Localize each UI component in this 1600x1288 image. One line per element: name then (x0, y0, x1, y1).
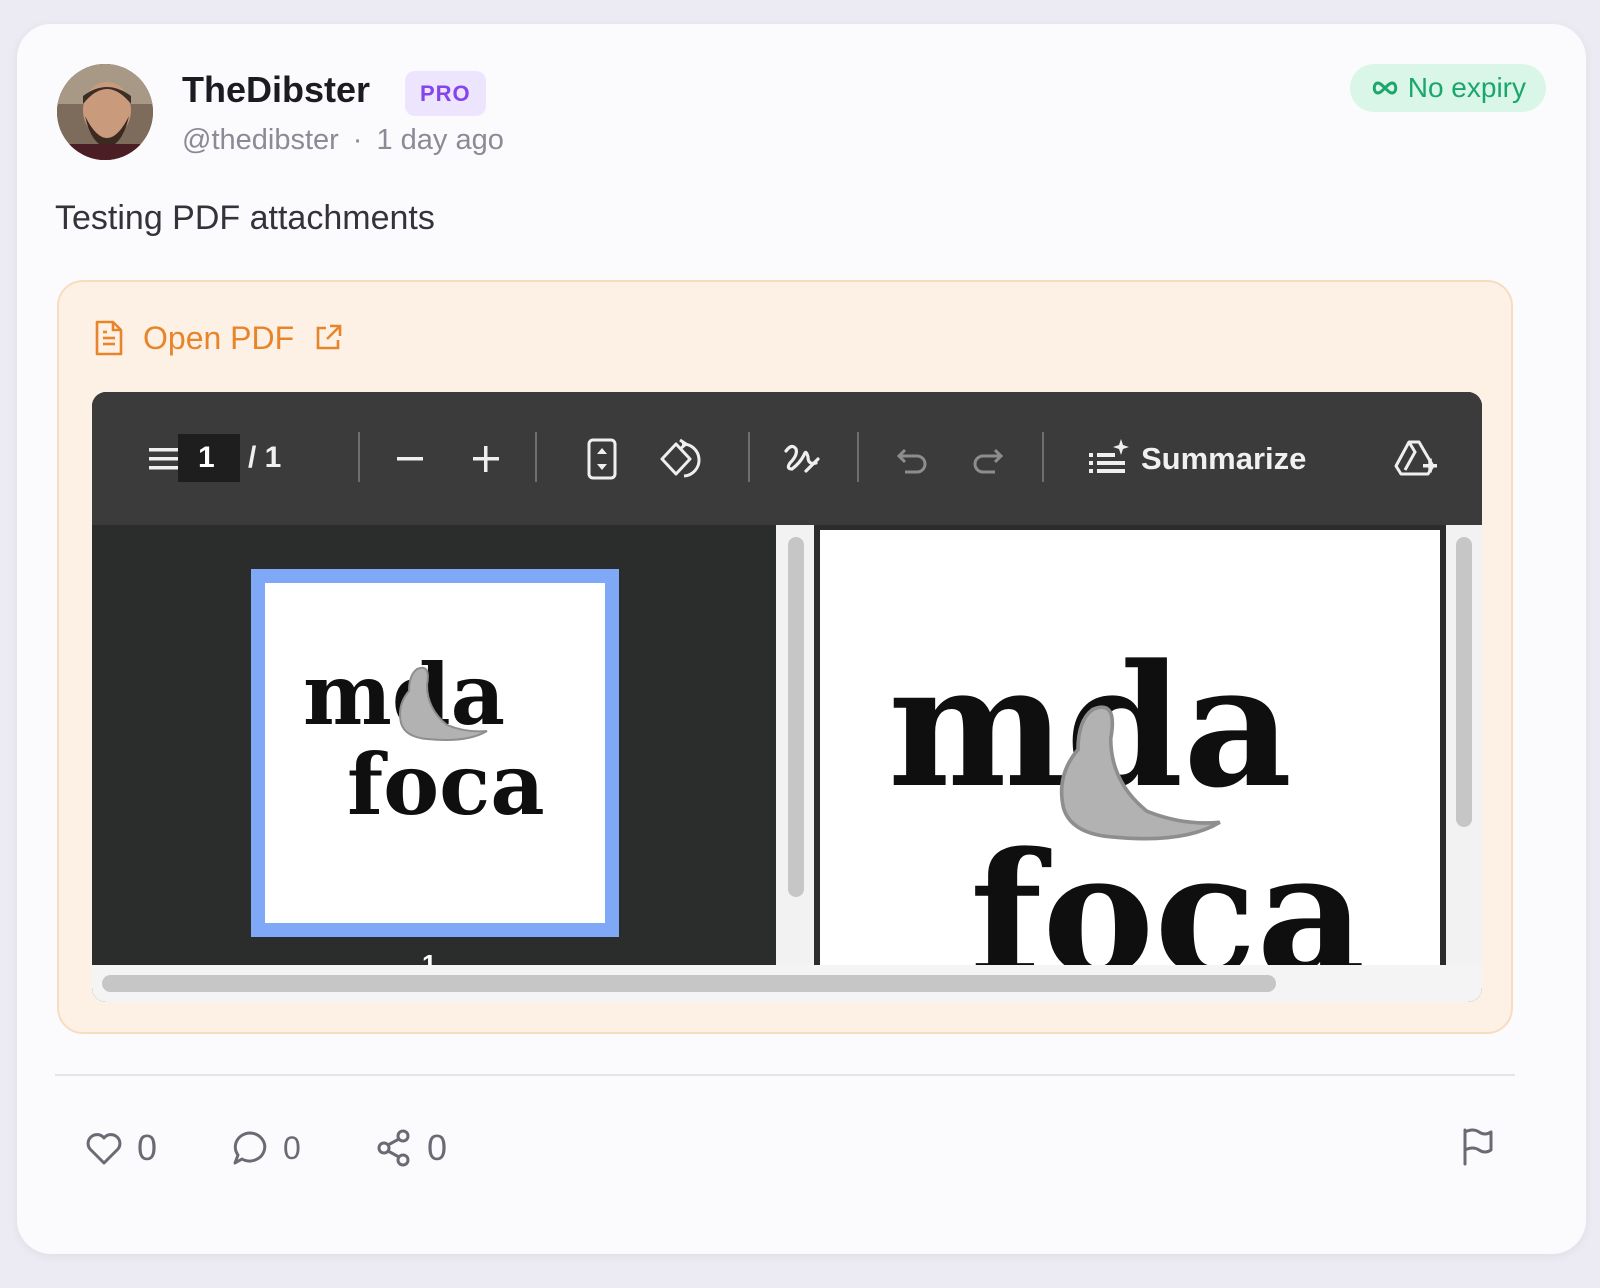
pdf-viewer: 1 / 1 Summarize mda foca 1 foca (92, 392, 1482, 1002)
sidebar-toggle-icon[interactable] (147, 432, 181, 486)
username[interactable]: TheDibster (182, 68, 370, 112)
like-button[interactable]: 0 (85, 1124, 157, 1172)
zoom-in-icon[interactable] (468, 432, 504, 486)
like-count: 0 (137, 1127, 158, 1168)
pro-badge: PRO (405, 71, 486, 116)
page-number-input[interactable]: 1 (178, 434, 240, 482)
seal-image (399, 666, 488, 741)
page-count: / 1 (248, 441, 282, 474)
page-scrollbar[interactable] (1446, 525, 1482, 965)
avatar[interactable] (57, 64, 153, 160)
thumbnail-title-line2: foca (347, 735, 545, 834)
fit-page-icon[interactable] (582, 432, 622, 486)
save-to-drive-icon[interactable] (1392, 432, 1440, 486)
toolbar-divider (358, 432, 360, 482)
thumbnail-scrollbar[interactable] (776, 525, 814, 965)
summarize-label: Summarize (1141, 441, 1307, 476)
post-meta: @thedibster · 1 day ago (182, 122, 504, 158)
share-count: 0 (427, 1127, 448, 1168)
open-pdf-label: Open PDF (143, 319, 295, 356)
toolbar-divider (1042, 432, 1044, 482)
share-button[interactable]: 0 (375, 1124, 447, 1172)
comment-icon (231, 1129, 269, 1167)
draw-icon[interactable] (780, 432, 824, 486)
page-title-line2: foca (970, 815, 1366, 970)
post-time: 1 day ago (376, 124, 504, 156)
pdf-toolbar: 1 / 1 Summarize (92, 392, 1482, 525)
share-icon (375, 1129, 413, 1167)
toolbar-divider (748, 432, 750, 482)
horizontal-scrollbar[interactable] (92, 965, 1482, 1002)
post-card: TheDibster PRO @thedibster · 1 day ago No … (17, 24, 1586, 1254)
toolbar-divider (535, 432, 537, 482)
report-flag-icon[interactable] (1457, 1126, 1501, 1170)
redo-icon[interactable] (968, 432, 1008, 486)
expiry-label: No expiry (1407, 72, 1526, 103)
thumbnail-pane: mda foca 1 (92, 525, 776, 979)
document-icon (93, 320, 125, 356)
comment-button[interactable]: 0 (231, 1124, 301, 1172)
rotate-icon[interactable] (657, 432, 703, 486)
user-handle[interactable]: @thedibster (182, 124, 339, 156)
actions-divider (55, 1074, 1515, 1076)
external-link-icon (312, 322, 344, 354)
zoom-out-icon[interactable] (392, 432, 428, 486)
toolbar-divider (857, 432, 859, 482)
ai-summary-icon (1087, 439, 1129, 479)
post-body: Testing PDF attachments (55, 199, 435, 237)
infinity-icon (1370, 78, 1400, 98)
open-pdf-link[interactable]: Open PDF (93, 316, 344, 360)
pdf-attachment: Open PDF 1 / 1 Summarize mda foca 1 foca (57, 280, 1513, 1034)
summarize-button[interactable]: Summarize (1087, 432, 1306, 486)
heart-icon (85, 1130, 123, 1166)
page-thumbnail[interactable]: mda foca (251, 569, 619, 937)
undo-icon[interactable] (892, 432, 932, 486)
meta-separator: · (352, 124, 363, 156)
comment-count: 0 (283, 1129, 301, 1166)
pdf-page: mda foca (820, 530, 1440, 970)
expiry-badge: No expiry (1349, 64, 1546, 112)
